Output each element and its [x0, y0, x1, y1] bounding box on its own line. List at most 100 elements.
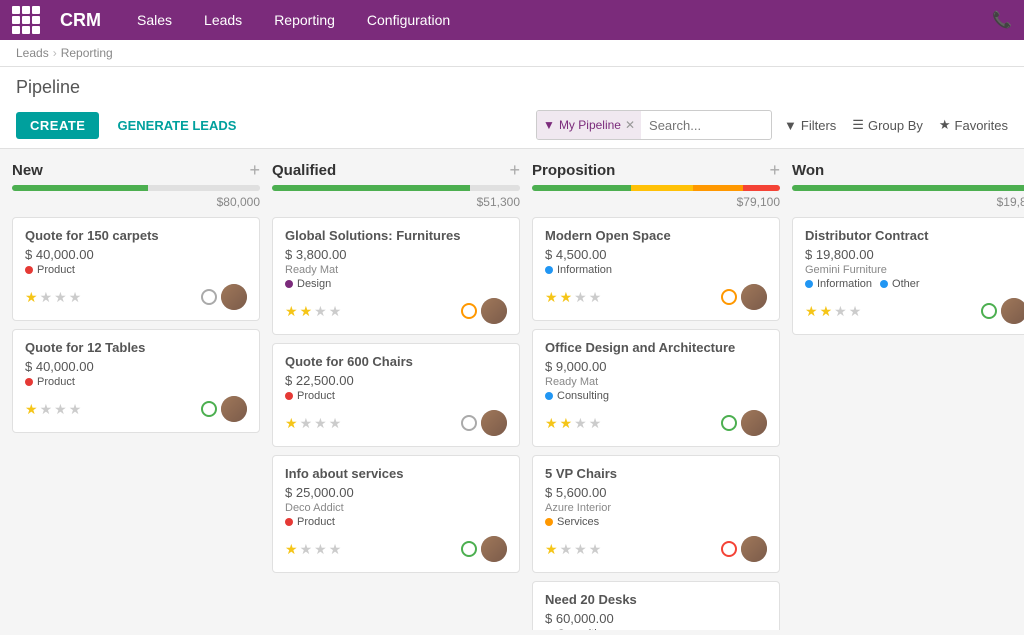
app-switcher-icon[interactable]: [12, 6, 40, 34]
status-icon[interactable]: [461, 541, 477, 557]
col-progress-proposition: [532, 185, 780, 191]
card-tag: Product: [285, 390, 335, 402]
kanban-card[interactable]: Quote for 12 Tables $ 40,000.00 Product …: [12, 329, 260, 433]
card-stars: ★★★★: [545, 541, 601, 558]
tag-label: Consulting: [557, 390, 609, 402]
groupby-label: Group By: [868, 118, 923, 133]
breadcrumb-leads[interactable]: Leads: [16, 46, 49, 60]
tag-dot: [285, 392, 293, 400]
progress-segment: [743, 185, 780, 191]
card-amount: $ 5,600.00: [545, 485, 767, 500]
avatar: [1001, 298, 1024, 324]
filters-button[interactable]: ▼ Filters: [784, 118, 836, 133]
tag-dot: [285, 518, 293, 526]
card-amount: $ 60,000.00: [545, 611, 767, 626]
card-stars: ★★★★: [545, 415, 601, 432]
filter-funnel-icon: ▼: [543, 118, 555, 132]
star-empty: ★: [300, 415, 313, 432]
card-stars: ★★★★: [545, 289, 601, 306]
search-tag-label: My Pipeline: [559, 118, 621, 132]
status-icon[interactable]: [721, 541, 737, 557]
card-title: Need 20 Desks: [545, 592, 767, 607]
brand-name: CRM: [60, 10, 101, 31]
card-amount: $ 40,000.00: [25, 359, 247, 374]
status-icon[interactable]: [981, 303, 997, 319]
card-tag: Product: [285, 516, 335, 528]
status-icon[interactable]: [201, 289, 217, 305]
star-empty: ★: [834, 303, 847, 320]
search-input[interactable]: [641, 118, 771, 133]
tag-label: Information: [557, 264, 612, 276]
breadcrumb-reporting[interactable]: Reporting: [61, 46, 113, 60]
avatar-image: [481, 410, 507, 436]
kanban-card[interactable]: Need 20 Desks $ 60,000.00 Consulting ★★★…: [532, 581, 780, 630]
kanban-col-qualified: Qualified + $51,300 Global Solutions: Fu…: [272, 161, 520, 618]
nav-leads[interactable]: Leads: [198, 8, 248, 32]
status-icon[interactable]: [461, 303, 477, 319]
col-title-qualified: Qualified: [272, 162, 336, 179]
kanban-card[interactable]: Quote for 150 carpets $ 40,000.00 Produc…: [12, 217, 260, 321]
star-empty: ★: [69, 401, 82, 418]
toolbar-right: ▼ My Pipeline ✕ ▼ Filters ☰ Group By ★ F…: [536, 110, 1008, 140]
card-amount: $ 22,500.00: [285, 373, 507, 388]
star-empty: ★: [300, 541, 313, 558]
card-title: Quote for 150 carpets: [25, 228, 247, 243]
col-add-new[interactable]: +: [249, 161, 260, 179]
progress-segment: [148, 185, 260, 191]
breadcrumb-separator: ›: [53, 46, 57, 60]
star-empty: ★: [314, 415, 327, 432]
col-title-new: New: [12, 162, 43, 179]
generate-leads-button[interactable]: GENERATE LEADS: [107, 112, 246, 139]
kanban-card[interactable]: Modern Open Space $ 4,500.00 Information…: [532, 217, 780, 321]
status-icon[interactable]: [461, 415, 477, 431]
star-filled: ★: [285, 303, 298, 320]
kanban-card[interactable]: Global Solutions: Furnitures $ 3,800.00 …: [272, 217, 520, 335]
favorites-label: Favorites: [955, 118, 1008, 133]
create-button[interactable]: CREATE: [16, 112, 99, 139]
progress-segment: [631, 185, 693, 191]
tag-dot: [545, 392, 553, 400]
col-add-qualified[interactable]: +: [509, 161, 520, 179]
card-stars: ★★★★: [25, 289, 81, 306]
card-title: Modern Open Space: [545, 228, 767, 243]
groupby-button[interactable]: ☰ Group By: [852, 117, 923, 133]
kanban-card[interactable]: Office Design and Architecture $ 9,000.0…: [532, 329, 780, 447]
card-title: 5 VP Chairs: [545, 466, 767, 481]
card-icons: [461, 410, 507, 436]
col-header-won: Won +: [792, 161, 1024, 179]
col-progress-won: [792, 185, 1024, 191]
status-icon[interactable]: [721, 415, 737, 431]
col-amount-won: $19,800: [792, 195, 1024, 209]
col-add-proposition[interactable]: +: [769, 161, 780, 179]
kanban-card[interactable]: Distributor Contract $ 19,800.00 Gemini …: [792, 217, 1024, 335]
col-progress-new: [12, 185, 260, 191]
toolbar-left: CREATE GENERATE LEADS: [16, 112, 536, 139]
star-filled: ★: [560, 289, 573, 306]
nav-sales[interactable]: Sales: [131, 8, 178, 32]
tag2-label: Other: [892, 278, 920, 290]
status-icon[interactable]: [201, 401, 217, 417]
card-subtitle: Ready Mat: [545, 376, 767, 388]
kanban-card[interactable]: Info about services $ 25,000.00 Deco Add…: [272, 455, 520, 573]
kanban-card[interactable]: Quote for 600 Chairs $ 22,500.00 Product…: [272, 343, 520, 447]
col-title-proposition: Proposition: [532, 162, 615, 179]
card-title: Info about services: [285, 466, 507, 481]
card-footer: ★★★★: [285, 410, 507, 436]
star-filled: ★: [285, 415, 298, 432]
star-empty: ★: [40, 401, 53, 418]
favorites-button[interactable]: ★ Favorites: [939, 117, 1008, 133]
star-empty: ★: [54, 401, 67, 418]
search-tag-close[interactable]: ✕: [625, 118, 635, 132]
card-stars: ★★★★: [285, 541, 341, 558]
star-filled: ★: [25, 289, 38, 306]
toolbar-actions: ▼ Filters ☰ Group By ★ Favorites: [784, 117, 1008, 133]
nav-reporting[interactable]: Reporting: [268, 8, 341, 32]
status-icon[interactable]: [721, 289, 737, 305]
card-tag: Product: [25, 264, 75, 276]
progress-segment: [470, 185, 520, 191]
card-footer: ★★★★: [285, 536, 507, 562]
card-icons: [201, 396, 247, 422]
star-filled: ★: [545, 541, 558, 558]
kanban-card[interactable]: 5 VP Chairs $ 5,600.00 Azure Interior Se…: [532, 455, 780, 573]
nav-configuration[interactable]: Configuration: [361, 8, 456, 32]
